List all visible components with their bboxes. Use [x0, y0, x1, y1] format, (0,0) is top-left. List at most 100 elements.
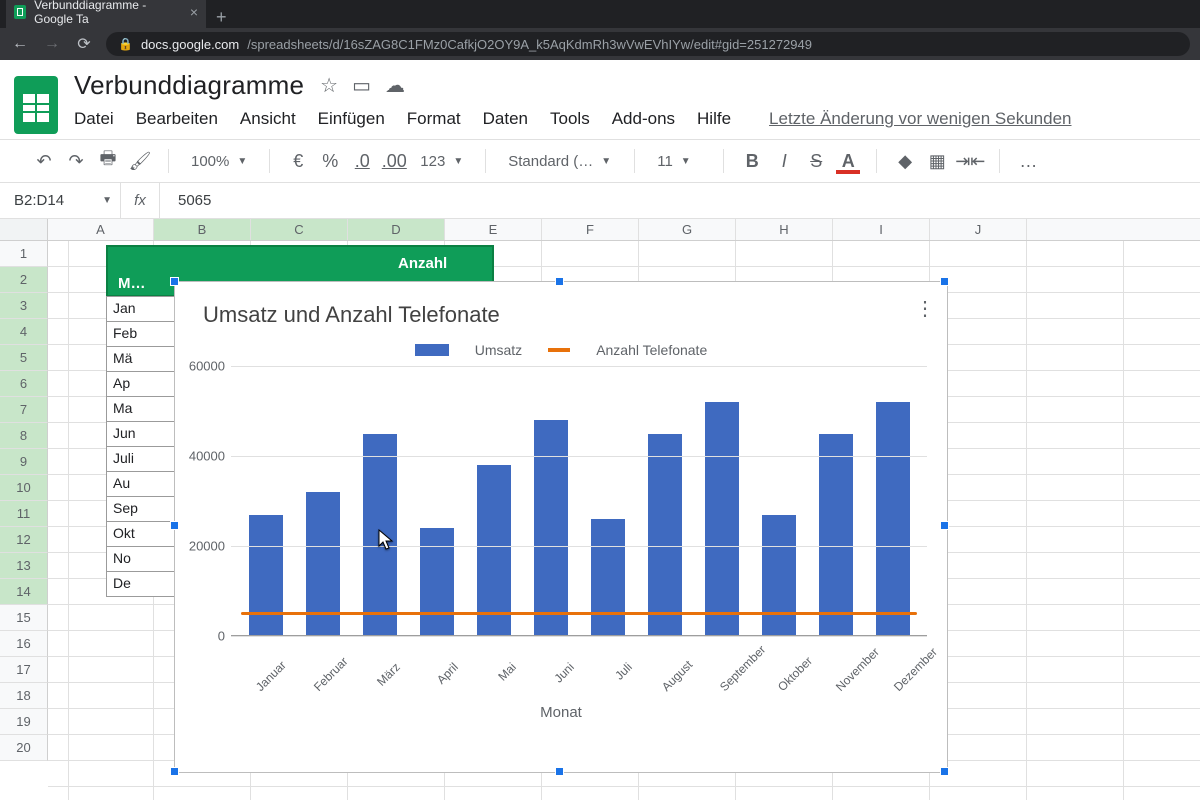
back-button[interactable]: ←: [10, 35, 30, 53]
move-icon[interactable]: ▭: [352, 73, 371, 98]
chart-bar: [363, 434, 397, 637]
row-header-4[interactable]: 4: [0, 319, 48, 345]
browser-tab[interactable]: Verbunddiagramme - Google Ta ×: [6, 0, 206, 28]
borders-button[interactable]: ▦: [923, 147, 951, 175]
column-header-C[interactable]: C: [251, 219, 348, 240]
chart-ytick: 0: [181, 629, 225, 644]
strike-button[interactable]: S: [802, 147, 830, 175]
increase-decimal-button[interactable]: .00: [380, 147, 408, 175]
column-header-F[interactable]: F: [542, 219, 639, 240]
row-header-8[interactable]: 8: [0, 423, 48, 449]
bold-button[interactable]: B: [738, 147, 766, 175]
select-all-corner[interactable]: [0, 219, 48, 240]
chart-ytick: 20000: [181, 539, 225, 554]
column-header-H[interactable]: H: [736, 219, 833, 240]
spreadsheet-grid[interactable]: ABCDEFGHIJ 12345678910111213141516171819…: [0, 219, 1200, 800]
text-color-button[interactable]: A: [834, 149, 862, 173]
sheets-app: Verbunddiagramme ☆ ▭ ☁ Datei Bearbeiten …: [0, 60, 1200, 800]
chart-bar: [534, 420, 568, 636]
chart-bar: [249, 515, 283, 637]
menu-datei[interactable]: Datei: [74, 109, 114, 129]
url-input[interactable]: 🔒 docs.google.com/spreadsheets/d/16sZAG8…: [106, 32, 1190, 56]
last-edit-link[interactable]: Letzte Änderung vor wenigen Sekunden: [769, 109, 1071, 129]
row-header-7[interactable]: 7: [0, 397, 48, 423]
chart-ytick: 60000: [181, 359, 225, 374]
menu-hilfe[interactable]: Hilfe: [697, 109, 731, 129]
star-icon[interactable]: ☆: [320, 73, 338, 98]
menu-daten[interactable]: Daten: [483, 109, 528, 129]
legend-swatch-bar: [415, 344, 449, 356]
font-dropdown[interactable]: Standard (…▼: [500, 147, 620, 175]
row-header-3[interactable]: 3: [0, 293, 48, 319]
row-header-11[interactable]: 11: [0, 501, 48, 527]
chart-bar: [762, 515, 796, 637]
menu-format[interactable]: Format: [407, 109, 461, 129]
row-header-15[interactable]: 15: [0, 605, 48, 631]
row-header-17[interactable]: 17: [0, 657, 48, 683]
fill-color-button[interactable]: ◆: [891, 147, 919, 175]
row-header-9[interactable]: 9: [0, 449, 48, 475]
zoom-dropdown[interactable]: 100%▼: [183, 147, 255, 175]
undo-button[interactable]: ↶: [30, 147, 58, 175]
more-toolbar-button[interactable]: …: [1014, 147, 1042, 175]
column-header-E[interactable]: E: [445, 219, 542, 240]
row-header-16[interactable]: 16: [0, 631, 48, 657]
row-header-12[interactable]: 12: [0, 527, 48, 553]
toolbar: ↶ ↷ 🖶 🖌 100%▼ € % .0 .00 123▼ Standard (…: [0, 139, 1200, 183]
sheets-logo-icon[interactable]: [14, 76, 58, 134]
print-button[interactable]: 🖶: [94, 147, 122, 175]
menu-bar: Datei Bearbeiten Ansicht Einfügen Format…: [74, 101, 1186, 139]
number-format-dropdown[interactable]: 123▼: [412, 147, 471, 175]
row-header-19[interactable]: 19: [0, 709, 48, 735]
tab-strip: Verbunddiagramme - Google Ta × +: [0, 0, 1200, 28]
menu-einfuegen[interactable]: Einfügen: [318, 109, 385, 129]
italic-button[interactable]: I: [770, 147, 798, 175]
row-header-20[interactable]: 20: [0, 735, 48, 761]
percent-button[interactable]: %: [316, 147, 344, 175]
merge-button[interactable]: ⇥⇤: [955, 147, 985, 175]
address-bar: ← → ⟳ 🔒 docs.google.com/spreadsheets/d/1…: [0, 28, 1200, 60]
paint-format-button[interactable]: 🖌: [126, 147, 154, 175]
chart-bar: [819, 434, 853, 637]
row-header-5[interactable]: 5: [0, 345, 48, 371]
column-header-A[interactable]: A: [48, 219, 154, 240]
doc-header: Verbunddiagramme ☆ ▭ ☁ Datei Bearbeiten …: [0, 60, 1200, 139]
currency-button[interactable]: €: [284, 147, 312, 175]
close-tab-icon[interactable]: ×: [190, 4, 198, 20]
chart-ytick: 40000: [181, 449, 225, 464]
row-header-2[interactable]: 2: [0, 267, 48, 293]
column-header-B[interactable]: B: [154, 219, 251, 240]
tab-title: Verbunddiagramme - Google Ta: [34, 0, 182, 26]
font-size-dropdown[interactable]: 11▼: [649, 147, 709, 175]
menu-tools[interactable]: Tools: [550, 109, 590, 129]
browser-chrome: Verbunddiagramme - Google Ta × + ← → ⟳ 🔒…: [0, 0, 1200, 60]
new-tab-button[interactable]: +: [210, 7, 233, 28]
chart-bar: [477, 465, 511, 636]
row-header-1[interactable]: 1: [0, 241, 48, 267]
row-header-14[interactable]: 14: [0, 579, 48, 605]
column-header-D[interactable]: D: [348, 219, 445, 240]
column-header-I[interactable]: I: [833, 219, 930, 240]
chart-x-labels: JanuarFebruarMärzAprilMaiJuniJuliAugustS…: [175, 636, 947, 656]
menu-addons[interactable]: Add-ons: [612, 109, 675, 129]
reload-button[interactable]: ⟳: [74, 34, 94, 54]
chart-plot-area: 0200004000060000: [231, 366, 927, 636]
decrease-decimal-button[interactable]: .0: [348, 147, 376, 175]
column-header-G[interactable]: G: [639, 219, 736, 240]
chart-object[interactable]: ⋮ Umsatz und Anzahl Telefonate Umsatz An…: [174, 281, 948, 773]
legend-swatch-line: [548, 348, 570, 352]
formula-input[interactable]: 5065: [160, 192, 211, 209]
row-header-18[interactable]: 18: [0, 683, 48, 709]
menu-ansicht[interactable]: Ansicht: [240, 109, 296, 129]
chart-menu-icon[interactable]: ⋮: [915, 296, 937, 321]
column-header-J[interactable]: J: [930, 219, 1027, 240]
doc-title[interactable]: Verbunddiagramme: [74, 70, 304, 101]
cloud-status-icon[interactable]: ☁: [385, 73, 405, 98]
redo-button[interactable]: ↷: [62, 147, 90, 175]
forward-button[interactable]: →: [42, 35, 62, 53]
row-header-10[interactable]: 10: [0, 475, 48, 501]
row-header-6[interactable]: 6: [0, 371, 48, 397]
row-header-13[interactable]: 13: [0, 553, 48, 579]
menu-bearbeiten[interactable]: Bearbeiten: [136, 109, 218, 129]
name-box[interactable]: B2:D14▼: [0, 192, 120, 209]
